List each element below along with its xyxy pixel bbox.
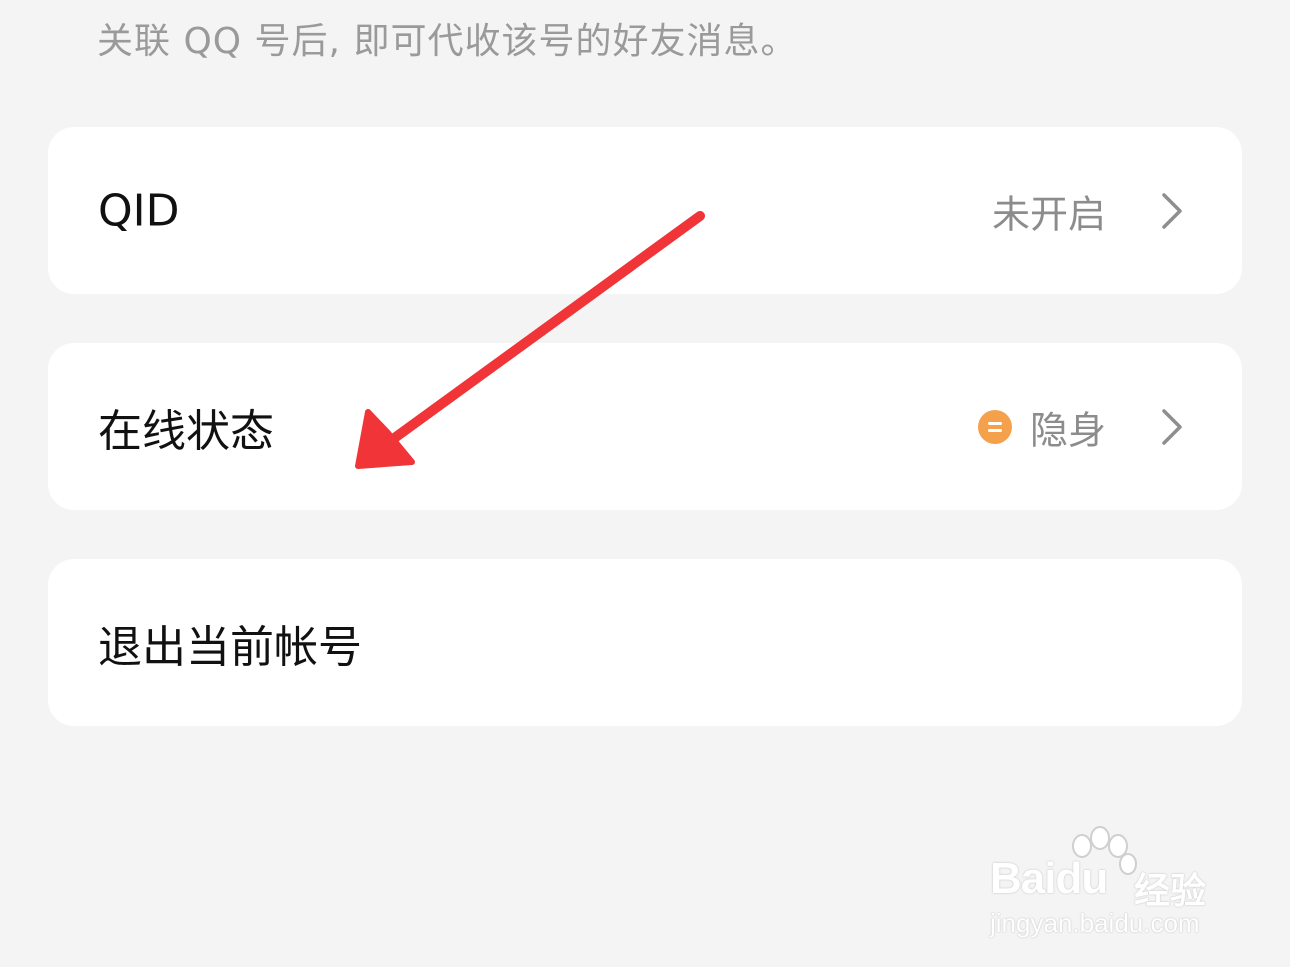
- online-status-label: 在线状态: [98, 405, 274, 457]
- link-qq-hint: 关联 QQ 号后, 即可代收该号的好友消息。: [97, 21, 798, 62]
- watermark-url: jingyan.baidu.com: [990, 908, 1200, 938]
- logout-row[interactable]: 退出当前帐号: [48, 559, 1242, 726]
- qid-value: 未开启: [991, 192, 1106, 236]
- chevron-right-icon: [1162, 192, 1182, 229]
- logout-label: 退出当前帐号: [98, 621, 362, 673]
- invisible-status-icon: [978, 409, 1012, 444]
- watermark-brand: Baidu: [990, 854, 1108, 903]
- online-status-value: 隐身: [1029, 408, 1106, 452]
- online-status-row[interactable]: 在线状态 隐身: [48, 343, 1242, 510]
- qid-label: QID: [98, 185, 180, 236]
- watermark-suffix: 经验: [1134, 871, 1207, 912]
- qid-row[interactable]: QID 未开启: [48, 127, 1242, 294]
- chevron-right-icon: [1162, 408, 1182, 445]
- baidu-jingyan-watermark: Baidu 经验 jingyan.baidu.com: [986, 826, 1226, 946]
